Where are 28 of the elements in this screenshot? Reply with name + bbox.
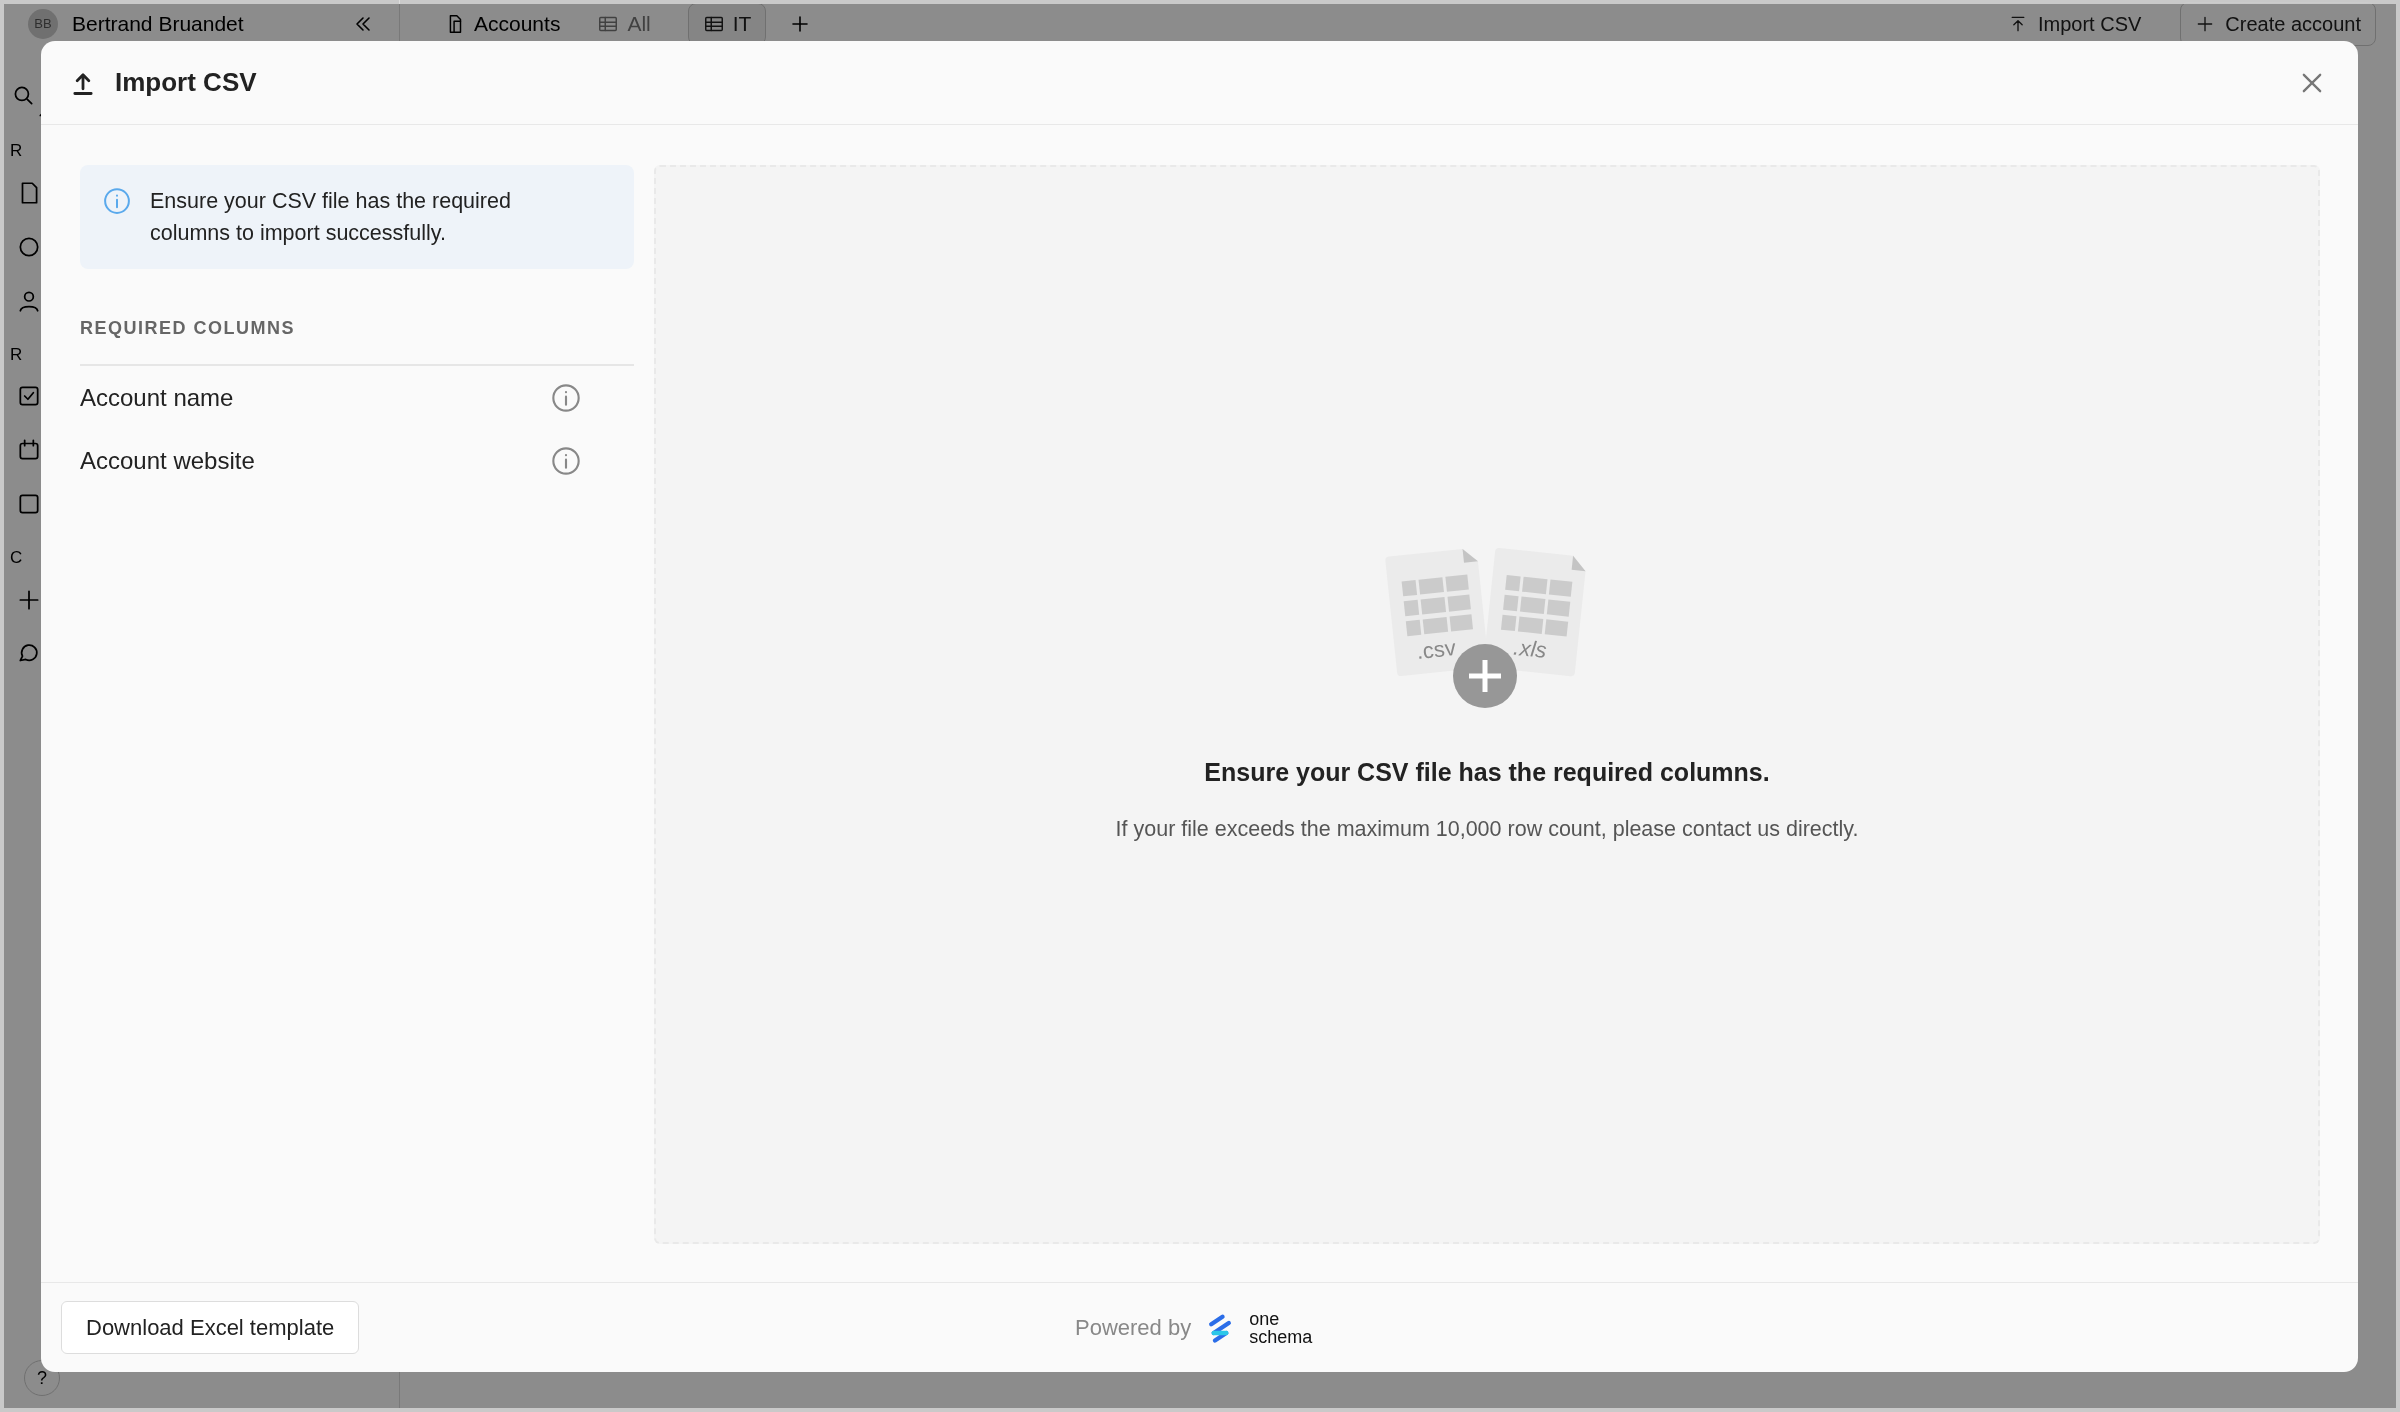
section-label: C xyxy=(10,547,24,569)
spreadsheet-file-icon xyxy=(1483,547,1586,676)
drop-zone[interactable]: .csv .xls Ensure your CSV file has the required columns. If your file exceeds the maximum 10,000 row count, please contact us directly. xyxy=(654,165,2320,1244)
brand-name: one schema xyxy=(1249,1309,1313,1346)
info-text: Ensure your CSV file has the required columns to import successfully. xyxy=(150,188,512,247)
section-label: R xyxy=(10,343,24,366)
column-name: Account website xyxy=(80,445,255,476)
square-icon[interactable] xyxy=(16,491,42,517)
column-name: Account name xyxy=(80,382,234,413)
section-heading: REQUIRED COLUMNS xyxy=(80,315,634,366)
info-icon[interactable] xyxy=(550,444,582,477)
info-icon xyxy=(102,186,132,216)
section-label: R xyxy=(10,140,24,162)
powered-by-text: Powered by xyxy=(1075,1314,1192,1342)
avatar: BB xyxy=(28,9,58,39)
modal-title: Import CSV xyxy=(115,66,258,99)
calendar-icon[interactable] xyxy=(16,437,42,463)
info-icon[interactable] xyxy=(550,381,582,414)
dropzone-heading: Ensure your CSV file has the required columns. xyxy=(1204,756,1770,788)
download-button[interactable]: Download Excel template xyxy=(61,1301,360,1354)
checkbox-icon[interactable] xyxy=(16,383,42,409)
file-extension-label: .xls xyxy=(1512,634,1548,663)
breadcrumb-link[interactable]: Accounts xyxy=(444,8,561,40)
spreadsheet-file-icon xyxy=(1385,548,1489,676)
user-name: Bertrand Bruandet xyxy=(72,11,245,38)
import-link[interactable]: Import CSV xyxy=(1993,2,2157,46)
dropzone-note: If your file exceeds the maximum 10,000 row count, please contact us directly. xyxy=(1115,816,1859,844)
file-extension-label: .csv xyxy=(1415,634,1457,664)
